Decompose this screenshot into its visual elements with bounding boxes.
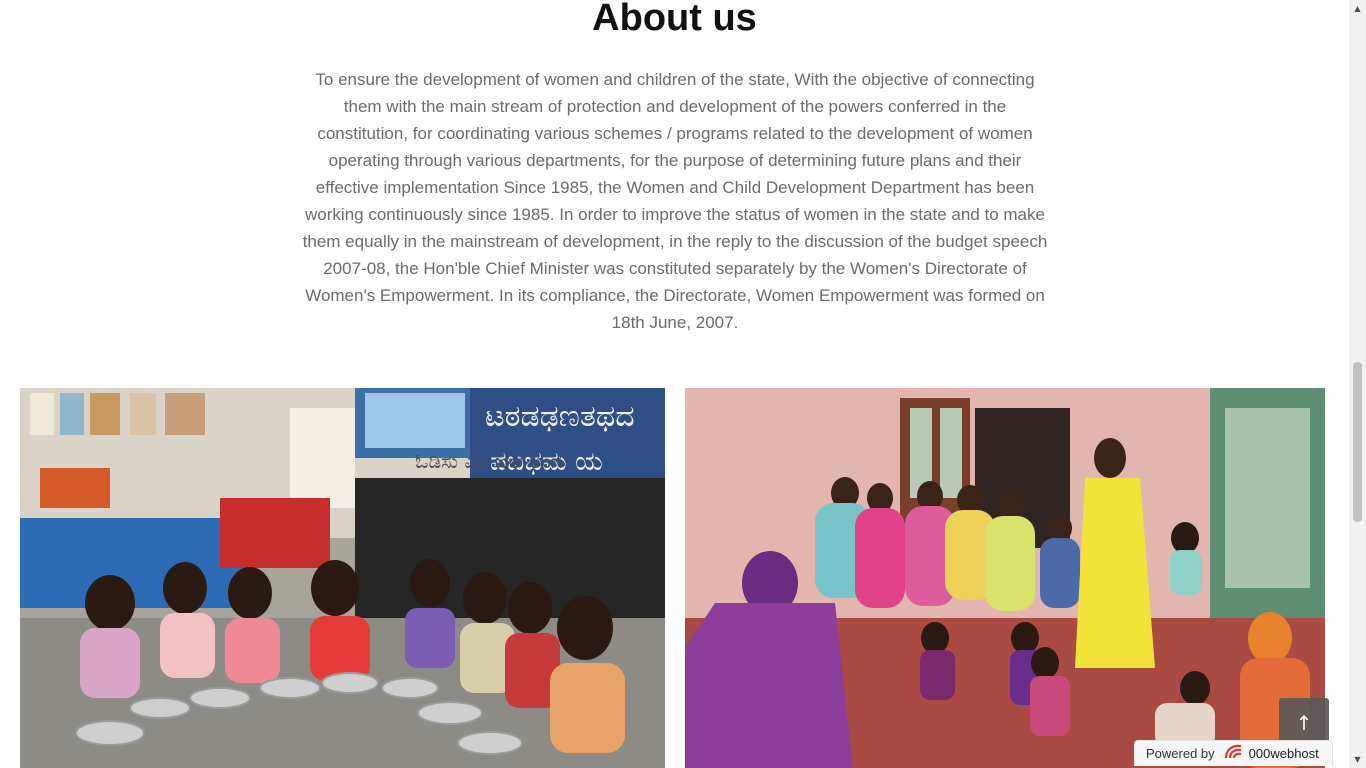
- webhost-logo-icon: [1223, 743, 1245, 764]
- page-title: About us: [592, 0, 757, 39]
- children-eating-photo: ಟಠಡಢಣತಥದ ಪಬಭಮ ಯ ಓಡಿಸು ಎಳ ಬೆಲೆ ಅಂಗ: [20, 388, 665, 768]
- about-paragraph: To ensure the development of women and c…: [302, 70, 1048, 332]
- scroll-up-arrow-icon[interactable]: ▲: [1349, 0, 1366, 17]
- svg-text:ಟಠಡಢಣತಥದ: ಟಠಡಢಣತಥದ: [485, 399, 635, 434]
- scroll-down-arrow-icon[interactable]: ▼: [1349, 751, 1366, 768]
- powered-by-brand: 000webhost: [1248, 746, 1319, 761]
- vertical-scrollbar[interactable]: ▲ ▼: [1349, 0, 1366, 768]
- arrow-up-icon: ↑: [1295, 711, 1313, 735]
- page-content: About us To ensure the development of wo…: [0, 0, 1349, 768]
- women-group-meeting-photo: [685, 388, 1325, 768]
- powered-by-badge[interactable]: Powered by 000webhost: [1134, 740, 1333, 766]
- svg-text:ಓಡಿಸು ಎಳ ಬೆಲೆ ಅಂಗ: ಓಡಿಸು ಎಳ ಬೆಲೆ ಅಂಗ: [415, 449, 562, 473]
- scroll-thumb[interactable]: [1353, 362, 1362, 522]
- powered-by-label: Powered by: [1146, 746, 1215, 761]
